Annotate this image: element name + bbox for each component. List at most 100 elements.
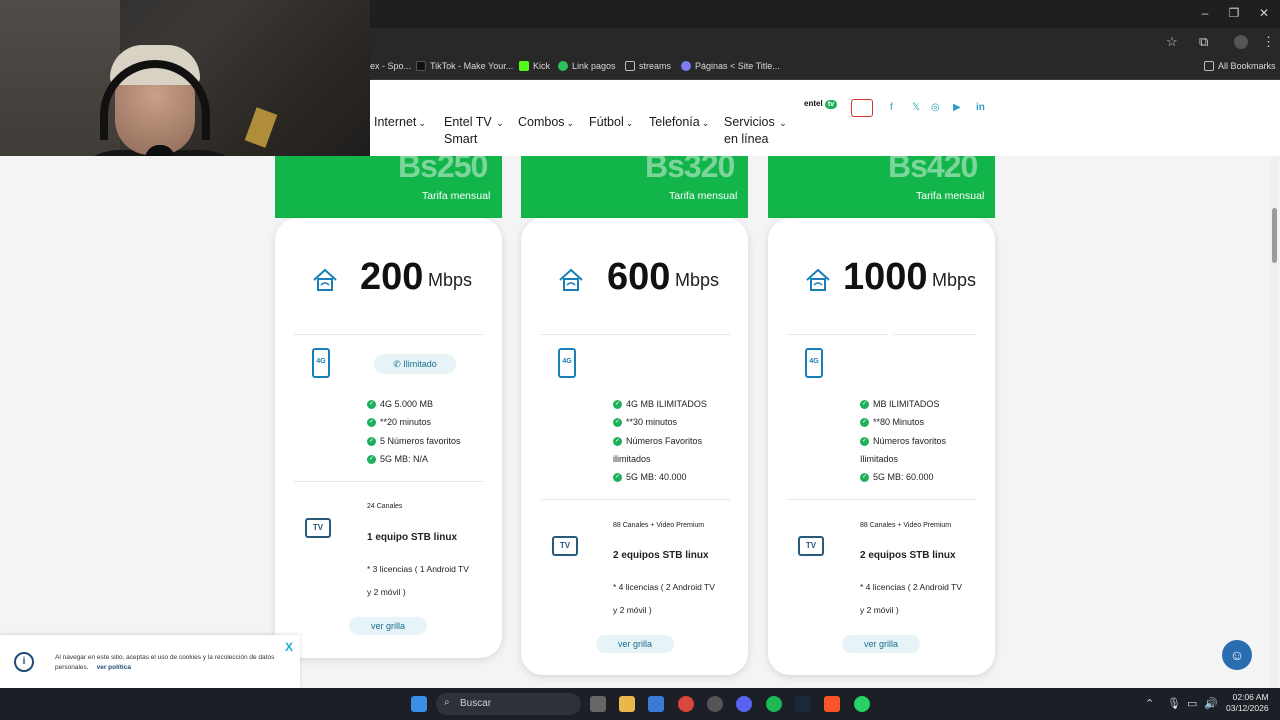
linkedin-icon[interactable]: in: [976, 102, 985, 113]
feature-item: ✓ 4G MB ILIMITADOS: [613, 399, 707, 409]
feature-item: ✓ 5G MB: N/A: [367, 454, 429, 464]
tv-icon: TV: [798, 536, 824, 556]
plan-speed: 200: [360, 256, 424, 298]
feature-item-continued: ilimitados: [613, 454, 651, 464]
stb-equipment: 2 equipos STB linux: [613, 550, 709, 561]
steam-icon[interactable]: [795, 696, 811, 712]
ver-grilla-button[interactable]: ver grilla: [842, 635, 920, 653]
chrome-icon[interactable]: [678, 696, 694, 712]
plan-tarifa: Tarifa mensual: [669, 190, 738, 202]
stb-equipment: 2 equipos STB linux: [860, 550, 956, 561]
feature-item: ✓ MB ILIMITADOS: [860, 399, 940, 409]
nav-combos[interactable]: Combos ⌄: [518, 114, 574, 131]
extensions-icon[interactable]: ⧉: [1199, 34, 1208, 50]
youtube-icon[interactable]: ▶: [953, 102, 961, 113]
wordpress-icon: [681, 61, 691, 71]
spotify-icon[interactable]: [766, 696, 782, 712]
check-icon: ✓: [613, 417, 622, 427]
bookmark-link-pagos[interactable]: Link pagos: [558, 61, 616, 71]
whatsapp-icon[interactable]: [854, 696, 870, 712]
folder-icon: [625, 61, 635, 71]
ver-grilla-button[interactable]: ver grilla: [349, 617, 427, 635]
check-icon: ✓: [367, 436, 376, 446]
taskbar-search[interactable]: Buscar: [436, 693, 581, 715]
plan-speed-unit: Mbps: [675, 270, 720, 290]
x-icon[interactable]: 𝕏: [912, 102, 920, 113]
tv-icon: TV: [552, 536, 578, 556]
feature-item: ✓ **30 minutos: [613, 417, 678, 427]
feature-item: ✓ Números Favoritos: [613, 436, 703, 446]
chevron-down-icon: ⌄: [776, 118, 787, 128]
chevron-down-icon: ⌄: [418, 118, 426, 128]
facebook-icon[interactable]: f: [890, 102, 893, 113]
stb-equipment: 1 equipo STB linux: [367, 532, 458, 543]
plan-tarifa: Tarifa mensual: [422, 190, 491, 202]
profile-avatar[interactable]: [1234, 35, 1248, 49]
channels-count: 24 Canales: [367, 503, 403, 510]
chevron-down-icon: ⌄: [493, 118, 504, 128]
app-icon[interactable]: [707, 696, 723, 712]
promo-logo[interactable]: [851, 99, 873, 117]
chevron-down-icon: ⌄: [625, 118, 634, 128]
instagram-icon[interactable]: ◎: [931, 102, 940, 113]
cookie-text: Al navegar en este sitio, aceptas el uso…: [55, 654, 275, 671]
nav-telefonia[interactable]: Telefonía ⌄: [649, 114, 709, 131]
windows-start-icon[interactable]: [411, 696, 427, 712]
licenses-line1: * 4 licencias ( 2 Android TV: [613, 582, 715, 592]
nav-futbol[interactable]: Fútbol ⌄: [589, 114, 633, 131]
store-icon[interactable]: [648, 696, 664, 712]
close-icon[interactable]: ✕: [1254, 6, 1274, 20]
scrollbar-thumb[interactable]: [1272, 208, 1277, 263]
bookmark-paginas[interactable]: Páginas < Site Title...: [681, 61, 780, 71]
network-icon[interactable]: ▭: [1187, 697, 1197, 710]
volume-icon[interactable]: 🔊: [1204, 697, 1218, 710]
phone-4g-icon: 4G: [558, 348, 576, 378]
wifi-home-icon: [806, 268, 830, 291]
feature-item: ✓ **80 Minutos: [860, 417, 925, 427]
discord-icon[interactable]: [736, 696, 752, 712]
nav-servicios[interactable]: Servicios ⌄ en línea: [724, 114, 787, 147]
cookie-close-button[interactable]: X: [285, 640, 293, 654]
privacy-policy-link[interactable]: ver política: [97, 664, 131, 671]
bookmark-tiktok[interactable]: TikTok - Make Your...: [416, 61, 513, 71]
licenses-line1: * 3 licencias ( 1 Android TV: [367, 564, 469, 574]
file-explorer-icon[interactable]: [619, 696, 635, 712]
folder-icon: [1204, 61, 1214, 71]
plan-speed: 1000: [843, 256, 928, 298]
bookmark-kick[interactable]: Kick: [519, 61, 550, 71]
nav-internet[interactable]: Internet ⌄: [374, 114, 426, 131]
chevron-down-icon: ⌄: [701, 118, 710, 128]
search-icon: ⌕: [444, 697, 450, 708]
all-bookmarks[interactable]: All Bookmarks: [1204, 61, 1276, 71]
nav-entel-tv[interactable]: Entel TV ⌄ Smart: [444, 114, 504, 147]
chevron-up-icon[interactable]: ⌃: [1145, 697, 1154, 710]
plan-speed-unit: Mbps: [932, 270, 977, 290]
star-icon[interactable]: ☆: [1166, 34, 1178, 50]
minimize-icon[interactable]: –: [1195, 6, 1215, 20]
check-icon: ✓: [367, 454, 376, 464]
plan-tarifa: Tarifa mensual: [916, 190, 985, 202]
brave-icon[interactable]: [824, 696, 840, 712]
wifi-home-icon: [313, 268, 337, 291]
menu-icon[interactable]: ⋮: [1262, 34, 1275, 50]
plan-price: Bs250: [398, 148, 488, 184]
task-view-icon[interactable]: [590, 696, 606, 712]
tiktok-icon: [416, 61, 426, 71]
feature-item: ✓ 5 Números favoritos: [367, 436, 461, 446]
check-icon: ✓: [860, 436, 869, 446]
plan-speed: 600: [607, 256, 671, 298]
licenses-line1: * 4 licencias ( 2 Android TV: [860, 582, 962, 592]
entel-tv-logo[interactable]: entel tv: [804, 99, 838, 109]
chatbot-icon[interactable]: ☺: [1222, 640, 1252, 670]
ver-grilla-button[interactable]: ver grilla: [596, 635, 674, 653]
channels-count: 88 Canales + Video Premium: [860, 522, 952, 529]
bookmark-spotify[interactable]: ex - Spo...: [370, 61, 411, 71]
divider: [541, 334, 730, 335]
taskbar-clock[interactable]: 02:06 AM 03/12/2026: [1226, 692, 1269, 714]
info-icon: i: [14, 652, 34, 672]
restore-icon[interactable]: ❐: [1224, 6, 1244, 20]
kick-icon: [519, 61, 529, 71]
feature-item: ✓ 5G MB: 60.000: [860, 472, 934, 482]
bookmark-streams[interactable]: streams: [625, 61, 671, 71]
microphone-icon[interactable]: 🎙: [1167, 697, 1181, 710]
